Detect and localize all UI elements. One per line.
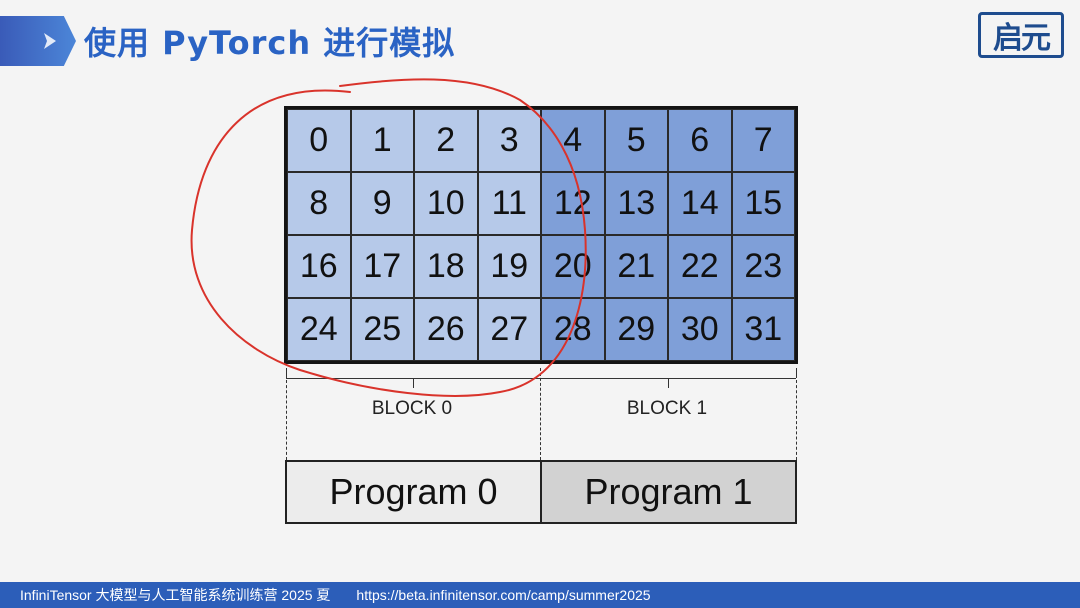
grid-cell: 11 [477, 172, 541, 235]
footer-bar: InfiniTensor 大模型与人工智能系统训练营 2025 夏 https:… [0, 582, 1080, 608]
grid-cell: 2 [414, 109, 478, 172]
grid-cell: 14 [668, 172, 732, 235]
index-grid: 0 1 2 3 4 5 6 7 8 9 10 11 12 13 14 15 16… [284, 106, 798, 364]
grid-cell: 31 [731, 298, 795, 361]
grid-cell: 21 [604, 235, 668, 298]
block1-label: BLOCK 1 [626, 398, 708, 419]
grid-cell: 17 [350, 235, 414, 298]
grid-cell: 7 [731, 109, 795, 172]
grid-cell: 24 [287, 298, 351, 361]
grid-cell: 4 [541, 109, 605, 172]
logo: 启元 [978, 12, 1064, 58]
grid-cell: 27 [477, 298, 541, 361]
grid-cell: 12 [541, 172, 605, 235]
grid-cell: 25 [350, 298, 414, 361]
guide-dashed-line [286, 380, 287, 460]
grid-cell: 3 [477, 109, 541, 172]
program0-box: Program 0 [285, 460, 542, 524]
grid-cell: 18 [414, 235, 478, 298]
footer-url[interactable]: https://beta.infinitensor.com/camp/summe… [356, 587, 650, 603]
grid-cell: 16 [287, 235, 351, 298]
grid-cell: 13 [604, 172, 668, 235]
grid-cell: 26 [414, 298, 478, 361]
page-title: 使用 PyTorch 进行模拟 [84, 24, 456, 62]
brace-tick [413, 378, 414, 388]
grid-cell: 9 [350, 172, 414, 235]
grid-cell: 29 [604, 298, 668, 361]
brace-tick [796, 368, 797, 378]
guide-dashed-line [540, 368, 541, 460]
grid-cell: 10 [414, 172, 478, 235]
grid-cell: 8 [287, 172, 351, 235]
brace-tick [286, 368, 287, 378]
brace-tick [668, 378, 669, 388]
grid-cell: 19 [477, 235, 541, 298]
grid-cell: 20 [541, 235, 605, 298]
grid-cell: 15 [731, 172, 795, 235]
block0-label: BLOCK 0 [371, 398, 453, 419]
footer-camp-text: InfiniTensor 大模型与人工智能系统训练营 2025 夏 [20, 587, 331, 603]
grid-cell: 0 [287, 109, 351, 172]
grid-cell: 30 [668, 298, 732, 361]
grid-cell: 1 [350, 109, 414, 172]
title-accent-bar [0, 16, 76, 66]
guide-dashed-line [796, 380, 797, 460]
grid-cell: 23 [731, 235, 795, 298]
grid-cell: 28 [541, 298, 605, 361]
program1-box: Program 1 [540, 460, 797, 524]
grid-cell: 5 [604, 109, 668, 172]
grid-cell: 22 [668, 235, 732, 298]
grid-cell: 6 [668, 109, 732, 172]
